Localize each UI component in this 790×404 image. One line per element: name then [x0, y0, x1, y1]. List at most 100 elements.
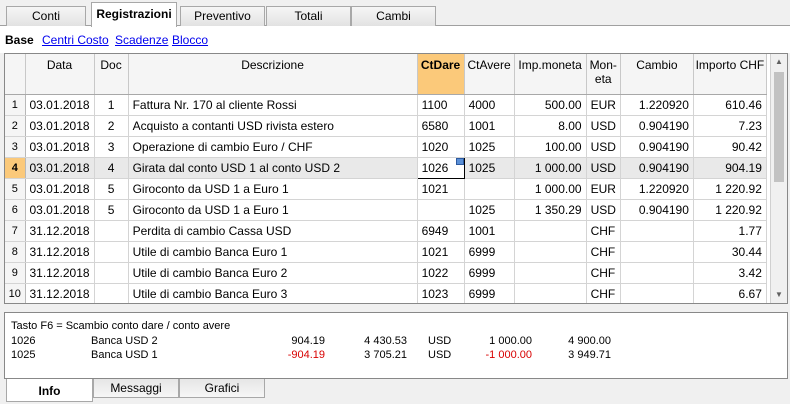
cell-descrizione[interactable]: Perdita di cambio Cassa USD — [128, 220, 418, 242]
tab-messaggi[interactable]: Messaggi — [93, 379, 179, 398]
table-row[interactable]: 5 03.01.2018 5 Giroconto da USD 1 a Euro 11… — [5, 178, 767, 200]
cell-cambio[interactable]: 1.220920 — [620, 94, 694, 116]
cell-moneta[interactable]: CHF — [586, 283, 621, 303]
tab-conti[interactable]: Conti — [6, 6, 86, 26]
cell-descrizione[interactable]: Utile di cambio Banca Euro 2 — [128, 262, 418, 284]
cell-cambio[interactable]: 0.904190 — [620, 199, 694, 221]
view-base[interactable]: Base — [5, 33, 34, 47]
cell-imp-moneta[interactable] — [514, 262, 587, 284]
cell-ctavere[interactable]: 1025 — [464, 136, 515, 158]
cell-ctdare-value[interactable]: 1026 — [422, 161, 449, 175]
cell-data[interactable]: 03.01.2018 — [25, 136, 95, 158]
header-moneta[interactable]: Mon- eta — [586, 54, 621, 95]
cell-ctdare[interactable]: 1022 — [417, 262, 465, 284]
header-data[interactable]: Data — [25, 54, 95, 95]
cell-doc[interactable] — [94, 241, 129, 263]
cell-ctavere[interactable]: 1025 — [464, 157, 515, 179]
cell-importo-chf[interactable]: 30.44 — [693, 241, 767, 263]
cell-ctdare[interactable]: 1100 — [417, 94, 465, 116]
table-row[interactable]: 7 31.12.2018 Perdita di cambio Cassa USD 69… — [5, 220, 767, 242]
cell-ctavere[interactable]: 6999 — [464, 241, 515, 263]
cell-descrizione[interactable]: Acquisto a contanti USD rivista estero — [128, 115, 418, 137]
table-row[interactable]: 4 03.01.2018 4 Girata dal conto USD 1 al co… — [5, 156, 767, 179]
cell-cambio[interactable] — [620, 241, 694, 263]
cell-cambio[interactable] — [620, 220, 694, 242]
tab-registrazioni[interactable]: Registrazioni — [91, 2, 177, 27]
vertical-scrollbar[interactable]: ▲ ▼ — [770, 54, 787, 303]
cell-cambio[interactable]: 0.904190 — [620, 115, 694, 137]
table-row[interactable]: 6 03.01.2018 5 Giroconto da USD 1 a Euro 1 1… — [5, 199, 767, 221]
cell-cambio[interactable] — [620, 283, 694, 303]
cell-imp-moneta[interactable]: 1 350.29 — [514, 199, 587, 221]
cell-moneta[interactable]: EUR — [586, 94, 621, 116]
tab-cambi[interactable]: Cambi — [351, 6, 436, 26]
cell-imp-moneta[interactable]: 100.00 — [514, 136, 587, 158]
cell-imp-moneta[interactable] — [514, 220, 587, 242]
cell-moneta[interactable]: USD — [586, 136, 621, 158]
cell-doc[interactable]: 3 — [94, 136, 129, 158]
cell-ctdare[interactable]: 1021 — [417, 178, 465, 200]
header-doc[interactable]: Doc — [94, 54, 129, 95]
table-row[interactable]: 2 03.01.2018 2 Acquisto a contanti USD rivi… — [5, 115, 767, 137]
cell-descrizione[interactable]: Utile di cambio Banca Euro 1 — [128, 241, 418, 263]
cell-importo-chf[interactable]: 7.23 — [693, 115, 767, 137]
cell-ctdare[interactable]: 1026 — [416, 156, 465, 179]
cell-data[interactable]: 31.12.2018 — [25, 241, 95, 263]
cell-doc[interactable]: 5 — [94, 199, 129, 221]
tab-preventivo[interactable]: Preventivo — [180, 6, 265, 26]
cell-ctavere[interactable]: 1025 — [464, 199, 515, 221]
cell-imp-moneta[interactable]: 1 000.00 — [514, 157, 587, 179]
tab-info[interactable]: Info — [6, 379, 93, 402]
cell-ctavere[interactable]: 4000 — [464, 94, 515, 116]
cell-ctavere[interactable] — [464, 178, 515, 200]
cell-moneta[interactable]: CHF — [586, 220, 621, 242]
cell-descrizione[interactable]: Fattura Nr. 170 al cliente Rossi — [128, 94, 418, 116]
cell-importo-chf[interactable]: 1 220.92 — [693, 178, 767, 200]
view-scadenze-link[interactable]: Scadenze — [115, 33, 168, 47]
cell-ctavere[interactable]: 1001 — [464, 220, 515, 242]
cell-descrizione[interactable]: Utile di cambio Banca Euro 3 — [128, 283, 418, 303]
header-descrizione[interactable]: Descrizione — [128, 54, 418, 95]
cell-descrizione[interactable]: Girata dal conto USD 1 al conto USD 2 — [128, 157, 418, 179]
cell-data[interactable]: 03.01.2018 — [25, 199, 95, 221]
cell-ctavere[interactable]: 6999 — [464, 283, 515, 303]
table-row[interactable]: 10 31.12.2018 Utile di cambio Banca Euro 3… — [5, 283, 767, 303]
cell-doc[interactable]: 4 — [94, 157, 129, 179]
cell-ctdare[interactable]: 1023 — [417, 283, 465, 303]
cell-data[interactable]: 31.12.2018 — [25, 220, 95, 242]
view-centri-costo-link[interactable]: Centri Costo — [42, 33, 109, 47]
cell-data[interactable]: 03.01.2018 — [25, 178, 95, 200]
table-row[interactable]: 3 03.01.2018 3 Operazione di cambio Euro / … — [5, 136, 767, 158]
cell-ctdare[interactable] — [417, 199, 465, 221]
cell-moneta[interactable]: USD — [586, 157, 621, 179]
scrollbar-thumb[interactable] — [774, 72, 784, 182]
cell-descrizione[interactable]: Operazione di cambio Euro / CHF — [128, 136, 418, 158]
cell-data[interactable]: 31.12.2018 — [25, 283, 95, 303]
cell-moneta[interactable]: EUR — [586, 178, 621, 200]
scroll-up-icon[interactable]: ▲ — [771, 54, 787, 70]
cell-importo-chf[interactable]: 1.77 — [693, 220, 767, 242]
cell-doc[interactable]: 2 — [94, 115, 129, 137]
header-ctdare[interactable]: CtDare — [417, 54, 465, 95]
table-row[interactable]: 1 03.01.2018 1 Fattura Nr. 170 al cliente R… — [5, 94, 767, 116]
table-row[interactable]: 8 31.12.2018 Utile di cambio Banca Euro 11… — [5, 241, 767, 263]
cell-doc[interactable] — [94, 283, 129, 303]
cell-ctavere[interactable]: 6999 — [464, 262, 515, 284]
cell-imp-moneta[interactable] — [514, 283, 587, 303]
cell-importo-chf[interactable]: 3.42 — [693, 262, 767, 284]
cell-data[interactable]: 03.01.2018 — [25, 94, 95, 116]
cell-data[interactable]: 03.01.2018 — [25, 115, 95, 137]
cell-moneta[interactable]: CHF — [586, 262, 621, 284]
cell-ctdare[interactable]: 6580 — [417, 115, 465, 137]
cell-importo-chf[interactable]: 90.42 — [693, 136, 767, 158]
header-imp-moneta[interactable]: Imp.moneta — [514, 54, 587, 95]
table-row[interactable]: 9 31.12.2018 Utile di cambio Banca Euro 21… — [5, 262, 767, 284]
cell-ctdare[interactable]: 1020 — [417, 136, 465, 158]
cell-importo-chf[interactable]: 904.19 — [693, 157, 767, 179]
cell-descrizione[interactable]: Giroconto da USD 1 a Euro 1 — [128, 178, 418, 200]
cell-imp-moneta[interactable]: 500.00 — [514, 94, 587, 116]
cell-cambio[interactable]: 0.904190 — [620, 157, 694, 179]
cell-moneta[interactable]: USD — [586, 199, 621, 221]
cell-imp-moneta[interactable] — [514, 241, 587, 263]
tab-grafici[interactable]: Grafici — [179, 379, 265, 398]
